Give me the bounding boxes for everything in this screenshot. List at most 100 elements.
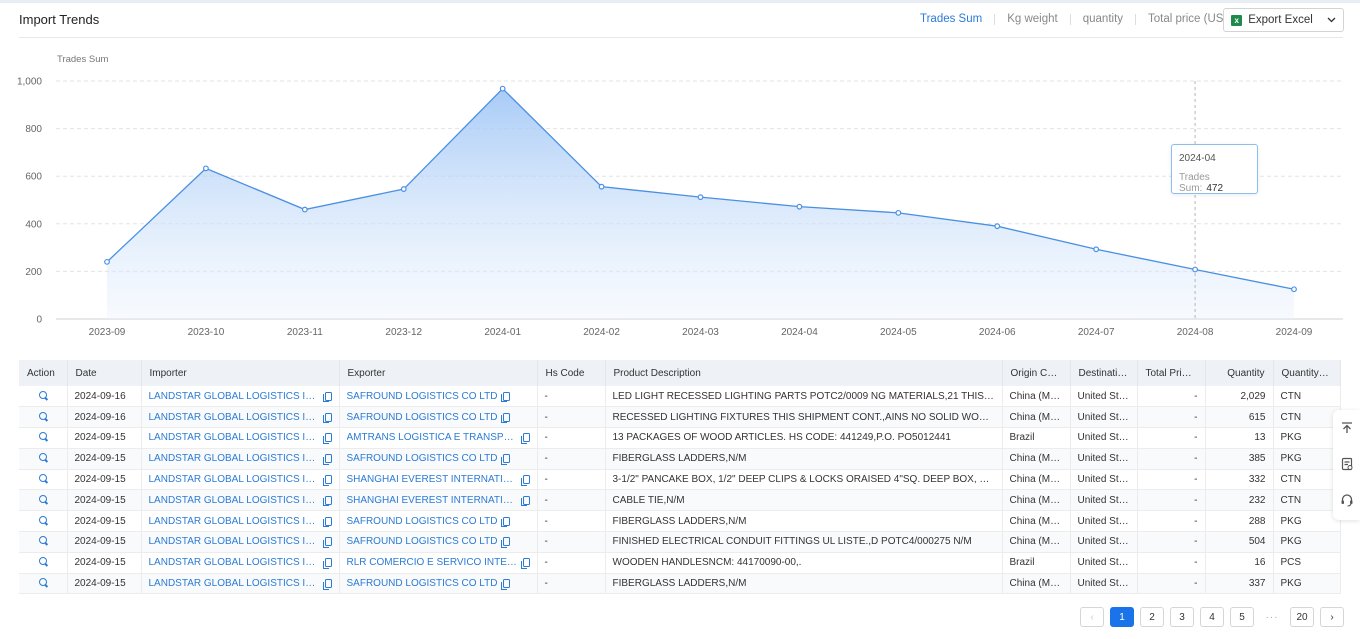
data-point[interactable] — [994, 223, 1001, 230]
table-row[interactable]: 2024-09-15 LANDSTAR GLOBAL LOGISTICS INC R… — [19, 552, 1341, 574]
tab-trades-sum[interactable]: Trades Sum — [920, 13, 982, 25]
copy-icon[interactable] — [322, 579, 332, 590]
search-icon[interactable] — [38, 578, 47, 587]
exporter-link[interactable]: SAFROUND LOGISTICS CO LTD — [347, 391, 498, 402]
column-header[interactable]: Importer — [141, 360, 340, 386]
importer-link[interactable]: LANDSTAR GLOBAL LOGISTICS INC — [149, 474, 319, 485]
copy-icon[interactable] — [322, 495, 332, 507]
importer-link[interactable]: LANDSTAR GLOBAL LOGISTICS INC — [149, 516, 319, 527]
copy-icon[interactable] — [501, 537, 511, 548]
column-header[interactable]: Hs Code — [537, 360, 606, 386]
copy-icon[interactable] — [521, 475, 530, 486]
table-row[interactable]: 2024-09-15 LANDSTAR GLOBAL LOGISTICS INC S… — [19, 489, 1341, 512]
copy-icon[interactable] — [322, 454, 332, 465]
importer-link[interactable]: LANDSTAR GLOBAL LOGISTICS INC — [149, 432, 319, 443]
column-header[interactable]: Quantity — [1205, 360, 1274, 386]
search-icon[interactable] — [38, 474, 47, 483]
data-point[interactable] — [697, 194, 704, 201]
copy-icon[interactable] — [322, 475, 332, 486]
table-row[interactable]: 2024-09-15 LANDSTAR GLOBAL LOGISTICS INC S… — [19, 469, 1341, 491]
copy-icon[interactable] — [322, 391, 332, 403]
table-row[interactable]: 2024-09-15 LANDSTAR GLOBAL LOGISTICS INC S… — [19, 573, 1341, 595]
table-row[interactable]: 2024-09-16 LANDSTAR GLOBAL LOGISTICS INC S… — [19, 406, 1341, 429]
search-icon[interactable] — [38, 390, 47, 399]
exporter-link[interactable]: AMTRANS LOGISTICA E TRANSPORTES ... — [347, 432, 518, 443]
export-dropdown-button[interactable] — [1320, 8, 1344, 32]
column-header[interactable]: Exporter — [339, 360, 538, 386]
page-button-1[interactable]: 1 — [1110, 607, 1134, 627]
column-header[interactable]: Destinatio... — [1070, 360, 1138, 386]
exporter-link[interactable]: SAFROUND LOGISTICS CO LTD — [347, 578, 498, 589]
table-row[interactable]: 2024-09-15 LANDSTAR GLOBAL LOGISTICS INC S… — [19, 531, 1341, 553]
copy-icon[interactable] — [521, 495, 530, 507]
table-row[interactable]: 2024-09-15 LANDSTAR GLOBAL LOGISTICS INC S… — [19, 510, 1341, 533]
copy-icon[interactable] — [322, 412, 332, 424]
importer-link[interactable]: LANDSTAR GLOBAL LOGISTICS INC — [149, 391, 319, 402]
data-point[interactable] — [796, 203, 803, 210]
importer-link[interactable]: LANDSTAR GLOBAL LOGISTICS INC — [149, 578, 319, 589]
copy-icon[interactable] — [501, 412, 511, 424]
exporter-link[interactable]: SAFROUND LOGISTICS CO LTD — [347, 516, 498, 527]
column-header[interactable]: Origin Cou... — [1002, 360, 1071, 386]
data-point[interactable] — [598, 183, 605, 190]
copy-icon[interactable] — [521, 433, 530, 444]
exporter-link[interactable]: SAFROUND LOGISTICS CO LTD — [347, 536, 498, 547]
copy-icon[interactable] — [501, 454, 511, 465]
table-row[interactable]: 2024-09-16 LANDSTAR GLOBAL LOGISTICS INC S… — [19, 386, 1341, 408]
export-excel-button[interactable]: x Export Excel — [1223, 8, 1321, 32]
data-point[interactable] — [301, 206, 308, 213]
page-button-3[interactable]: 3 — [1170, 607, 1194, 627]
data-point[interactable] — [203, 165, 209, 172]
copy-icon[interactable] — [501, 579, 511, 590]
column-header[interactable]: Action — [19, 360, 68, 386]
copy-icon[interactable] — [501, 516, 511, 528]
copy-icon[interactable] — [521, 558, 530, 569]
data-point[interactable] — [104, 258, 110, 265]
page-button-4[interactable]: 4 — [1200, 607, 1224, 627]
importer-link[interactable]: LANDSTAR GLOBAL LOGISTICS INC — [149, 453, 319, 464]
search-icon[interactable] — [38, 557, 47, 566]
data-point[interactable] — [1093, 246, 1100, 253]
exporter-link[interactable]: SAFROUND LOGISTICS CO LTD — [347, 453, 498, 464]
page-ellipsis[interactable]: ··· — [1260, 612, 1284, 623]
column-header[interactable]: Product Description — [605, 360, 1003, 386]
data-point[interactable] — [1291, 286, 1297, 293]
notes-icon[interactable] — [1333, 446, 1360, 482]
page-button-last[interactable]: 20 — [1290, 607, 1314, 627]
table-row[interactable]: 2024-09-15 LANDSTAR GLOBAL LOGISTICS INC S… — [19, 448, 1341, 470]
data-point[interactable] — [400, 186, 407, 192]
page-button-2[interactable]: 2 — [1140, 607, 1164, 627]
next-page-button[interactable]: › — [1320, 607, 1344, 627]
importer-link[interactable]: LANDSTAR GLOBAL LOGISTICS INC — [149, 495, 319, 506]
copy-icon[interactable] — [501, 391, 511, 403]
exporter-link[interactable]: SAFROUND LOGISTICS CO LTD — [347, 412, 498, 423]
copy-icon[interactable] — [322, 516, 332, 528]
exporter-link[interactable]: RLR COMERCIO E SERVICO INTERNACIO... — [347, 557, 518, 568]
tab-quantity[interactable]: quantity — [1083, 13, 1123, 25]
exporter-link[interactable]: SHANGHAI EVEREST INTERNATIONAL C... — [347, 495, 518, 506]
importer-link[interactable]: LANDSTAR GLOBAL LOGISTICS INC — [149, 412, 319, 423]
data-point[interactable] — [1192, 266, 1198, 273]
search-icon[interactable] — [38, 515, 47, 524]
importer-link[interactable]: LANDSTAR GLOBAL LOGISTICS INC — [149, 557, 319, 568]
copy-icon[interactable] — [322, 433, 332, 444]
data-point[interactable] — [499, 85, 506, 92]
data-point[interactable] — [895, 209, 902, 216]
headset-icon[interactable] — [1333, 482, 1360, 518]
exporter-link[interactable]: SHANGHAI EVEREST INTERNATIONAL C... — [347, 474, 518, 485]
search-icon[interactable] — [38, 453, 47, 462]
search-icon[interactable] — [38, 494, 47, 503]
search-icon[interactable] — [38, 411, 47, 420]
copy-icon[interactable] — [322, 558, 332, 569]
back-to-top-icon[interactable] — [1333, 410, 1360, 446]
search-icon[interactable] — [38, 432, 47, 441]
prev-page-button[interactable]: ‹ — [1080, 607, 1104, 627]
search-icon[interactable] — [38, 536, 47, 545]
page-button-5[interactable]: 5 — [1230, 607, 1254, 627]
tab-kg-weight[interactable]: Kg weight — [1007, 13, 1058, 25]
copy-icon[interactable] — [322, 537, 332, 548]
importer-link[interactable]: LANDSTAR GLOBAL LOGISTICS INC — [149, 536, 319, 547]
column-header[interactable]: Date — [67, 360, 142, 386]
column-header[interactable]: Quantity U... — [1273, 360, 1341, 386]
table-row[interactable]: 2024-09-15 LANDSTAR GLOBAL LOGISTICS INC A… — [19, 427, 1341, 449]
